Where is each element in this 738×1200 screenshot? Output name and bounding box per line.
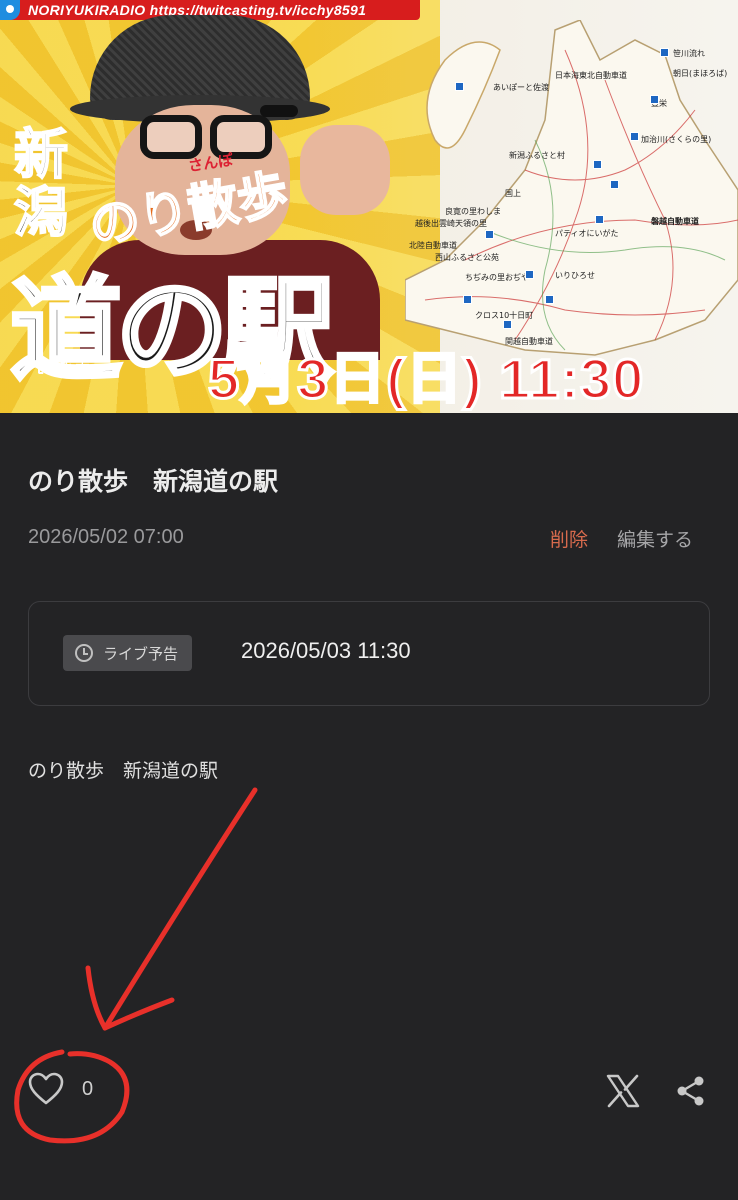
annotation-arrow-shaft <box>102 787 258 1031</box>
annotation-arrow-head <box>85 965 175 1031</box>
live-preview-badge: ライブ予告 <box>63 635 193 671</box>
map-label: 西山ふるさと公苑 <box>435 253 499 262</box>
roadside-station-pin-icon <box>593 160 602 169</box>
roadside-station-pin-icon <box>485 230 494 239</box>
roadside-station-pin-icon <box>463 295 472 304</box>
map-label: 北陸自動車道 <box>409 241 457 250</box>
roadside-station-pin-icon <box>660 48 669 57</box>
map-label: 国上 <box>505 189 521 198</box>
post-title: のり散歩 新潟道の駅 <box>28 467 279 496</box>
roadside-station-pin-icon <box>610 180 619 189</box>
map-label: 越後出雲崎天領の里 <box>415 219 487 228</box>
like-button[interactable]: 0 <box>28 1072 93 1106</box>
edit-button[interactable]: 編集する <box>617 525 693 552</box>
twitcasting-logo-icon <box>0 0 20 20</box>
expand-icon <box>38 359 52 374</box>
roadside-station-pin-icon <box>455 82 464 91</box>
map-label: 磐越自動車道 <box>651 217 699 226</box>
roadside-station-pin-icon <box>630 132 639 141</box>
broadcast-date: 5月3日(日) 11:30 <box>206 346 645 412</box>
red-arrow-annotation <box>14 787 258 1144</box>
post-body: のり散歩 新潟道の駅 <box>28 760 219 782</box>
title-kanji-gata: 潟 <box>13 180 69 245</box>
thumbnail-image[interactable]: NORIYUKIRADIO https://twitcasting.tv/icc… <box>0 0 738 413</box>
like-count: 0 <box>82 1077 94 1100</box>
heart-icon <box>28 1072 64 1105</box>
map-label: あいぽーと佐渡 <box>493 83 549 92</box>
map-label: いりひろせ <box>555 271 595 280</box>
share-button[interactable] <box>674 1074 708 1108</box>
live-schedule-card: ライブ予告 2026/05/03 11:30 <box>28 601 710 706</box>
map-label: ちぢみの里おぢや <box>465 273 529 282</box>
post-timestamp: 2026/05/02 07:00 <box>28 526 184 548</box>
map-label: パティオにいがた <box>555 229 619 238</box>
live-datetime: 2026/05/03 11:30 <box>241 638 411 663</box>
clock-icon <box>75 644 93 662</box>
map-label: 笹川流れ <box>673 49 705 58</box>
roadside-station-pin-icon <box>545 295 554 304</box>
share-icon <box>677 1076 704 1106</box>
enlarge-button[interactable]: 拡大 <box>38 356 90 377</box>
broadcast-date-strip: 5月3日(日) 11:30 <box>196 345 738 413</box>
delete-button[interactable]: 削除 <box>550 525 588 552</box>
enlarge-label: 拡大 <box>60 358 91 376</box>
x-logo-icon <box>606 1074 640 1108</box>
roadside-station-pin-icon <box>525 270 534 279</box>
roadside-station-pin-icon <box>503 320 512 329</box>
map-label: 日本海東北自動車道 <box>555 71 627 80</box>
roadside-station-pin-icon <box>650 95 659 104</box>
map-label: 新潟ふるさと村 <box>509 151 565 160</box>
map-label: 良寛の里わしま <box>445 207 501 216</box>
live-badge-label: ライブ予告 <box>103 644 179 663</box>
niigata-map: 日本海東北自動車道 磐越自動車道 北陸自動車道 関越自動車道 あいぽーと佐渡 笹… <box>404 19 738 365</box>
map-label: 朝日(まほろば) <box>673 69 728 78</box>
share-to-x-button[interactable] <box>604 1072 642 1110</box>
roadside-station-pin-icon <box>595 215 604 224</box>
map-label: 加治川(さくらの里) <box>641 135 712 144</box>
